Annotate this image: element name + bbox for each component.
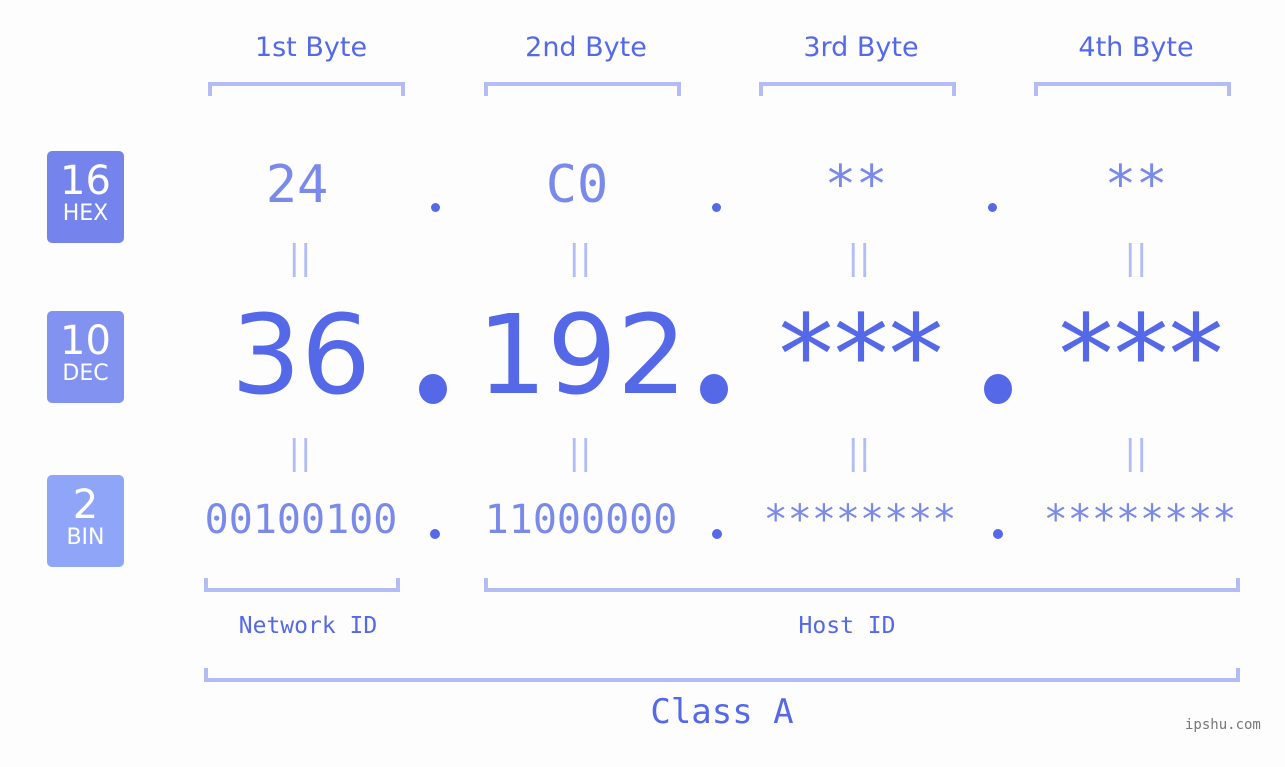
hex-dot-1 (431, 203, 440, 212)
hex-dot-3 (988, 203, 997, 212)
dec-byte-4: *** (1058, 291, 1224, 419)
dec-dot-3 (984, 374, 1012, 404)
bin-dot-1 (430, 529, 440, 539)
equals-icon: || (847, 238, 871, 278)
byte-bracket-1 (208, 82, 405, 96)
equals-icon: || (847, 433, 871, 473)
byte-header-1: 1st Byte (254, 32, 368, 63)
bin-base-number: 2 (72, 482, 99, 528)
network-id-bracket (204, 578, 400, 592)
hex-base-label: HEX (62, 201, 109, 226)
bin-dot-2 (712, 529, 722, 539)
bin-byte-3: ******** (763, 497, 957, 543)
dec-dot-1 (419, 374, 447, 404)
byte-bracket-2 (484, 82, 681, 96)
dec-dot-2 (700, 374, 728, 404)
hex-byte-3: ** (824, 155, 888, 215)
byte-bracket-4 (1034, 82, 1231, 96)
class-bracket (204, 668, 1240, 682)
hex-byte-4: ** (1104, 155, 1168, 215)
bin-badge: 2 BIN (47, 475, 124, 567)
equals-icon: || (1124, 238, 1148, 278)
host-id-label: Host ID (798, 613, 896, 639)
equals-icon: || (568, 433, 592, 473)
dec-badge: 10 DEC (47, 311, 124, 403)
hex-badge: 16 HEX (47, 151, 124, 243)
equals-icon: || (568, 238, 592, 278)
class-label: Class A (650, 692, 794, 732)
network-id-label: Network ID (238, 613, 378, 639)
dec-byte-1: 36 (231, 291, 371, 419)
bin-byte-1: 00100100 (204, 497, 398, 543)
bin-byte-2: 11000000 (484, 497, 678, 543)
hex-byte-2: C0 (545, 155, 609, 215)
equals-icon: || (288, 433, 312, 473)
dec-byte-2: 192 (477, 291, 687, 419)
hex-base-number: 16 (60, 158, 111, 204)
dec-base-number: 10 (60, 318, 111, 364)
byte-header-2: 2nd Byte (525, 32, 647, 63)
hex-dot-2 (712, 203, 721, 212)
bin-dot-3 (993, 529, 1003, 539)
dec-base-label: DEC (62, 361, 109, 386)
byte-header-3: 3rd Byte (803, 32, 919, 63)
site-credit: ipshu.com (1185, 717, 1261, 733)
byte-bracket-3 (759, 82, 956, 96)
hex-byte-1: 24 (265, 155, 329, 215)
equals-icon: || (288, 238, 312, 278)
equals-icon: || (1124, 433, 1148, 473)
dec-byte-3: *** (778, 291, 944, 419)
bin-byte-4: ******** (1043, 497, 1237, 543)
byte-header-4: 4th Byte (1078, 32, 1194, 63)
bin-base-label: BIN (66, 525, 105, 550)
host-id-bracket (484, 578, 1240, 592)
